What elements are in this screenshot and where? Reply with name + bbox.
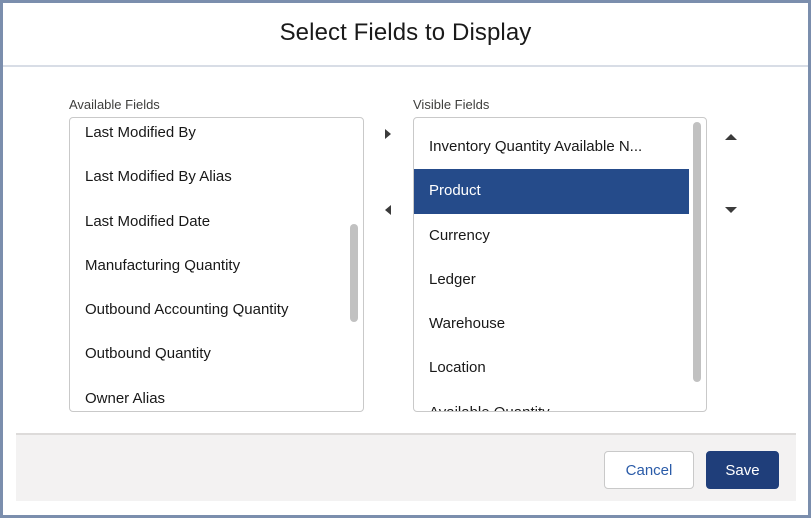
visible-field-option[interactable]: Inventory Quantity Available N... bbox=[414, 125, 689, 169]
available-scrollbar-thumb[interactable] bbox=[350, 224, 358, 322]
available-fields-label: Available Fields bbox=[69, 97, 160, 112]
visible-field-option[interactable]: Currency bbox=[414, 214, 689, 258]
visible-scrollbar[interactable] bbox=[692, 122, 702, 407]
cancel-button[interactable]: Cancel bbox=[604, 451, 694, 489]
left-arrow-icon bbox=[385, 205, 391, 215]
available-field-option[interactable]: Last Modified Date bbox=[70, 200, 363, 244]
up-arrow-icon bbox=[725, 134, 737, 140]
visible-field-option-selected[interactable]: Product bbox=[414, 169, 689, 214]
modal: Select Fields to Display Available Field… bbox=[0, 0, 811, 518]
available-scrollbar[interactable] bbox=[349, 122, 359, 407]
available-field-option[interactable]: Manufacturing Quantity bbox=[70, 244, 363, 288]
available-fields-listbox[interactable]: Last Modified By Last Modified By Alias … bbox=[69, 117, 364, 412]
save-button[interactable]: Save bbox=[706, 451, 779, 489]
visible-field-option[interactable]: Ledger bbox=[414, 258, 689, 302]
modal-header: Select Fields to Display bbox=[3, 3, 808, 67]
move-to-available-button[interactable] bbox=[377, 199, 399, 221]
move-down-button[interactable] bbox=[720, 199, 742, 221]
down-arrow-icon bbox=[725, 207, 737, 213]
visible-field-option[interactable]: Available Quantity bbox=[414, 391, 689, 411]
visible-scrollbar-thumb[interactable] bbox=[693, 122, 701, 382]
available-field-option[interactable]: Owner Alias bbox=[70, 377, 363, 411]
modal-footer: Cancel Save bbox=[16, 433, 796, 501]
modal-title: Select Fields to Display bbox=[279, 19, 532, 46]
right-arrow-icon bbox=[385, 129, 391, 139]
move-up-button[interactable] bbox=[720, 126, 742, 148]
available-field-option[interactable]: Outbound Accounting Quantity bbox=[70, 288, 363, 332]
visible-field-option[interactable]: Location bbox=[414, 346, 689, 390]
available-field-option[interactable]: Last Modified By Alias bbox=[70, 155, 363, 199]
move-to-visible-button[interactable] bbox=[377, 123, 399, 145]
visible-fields-label: Visible Fields bbox=[413, 97, 490, 112]
available-field-option[interactable]: Outbound Quantity bbox=[70, 332, 363, 376]
visible-fields-listbox[interactable]: Inventory Quantity Available N... Produc… bbox=[413, 117, 707, 412]
available-field-option[interactable]: Last Modified By bbox=[70, 118, 363, 155]
visible-field-option[interactable]: Warehouse bbox=[414, 302, 689, 346]
